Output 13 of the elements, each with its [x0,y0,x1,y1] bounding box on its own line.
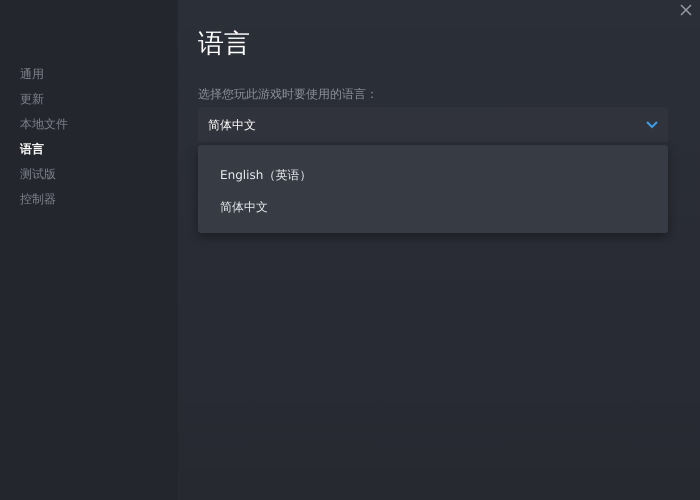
page-title: 语言 [198,28,251,61]
chevron-down-icon [646,120,658,128]
sidebar-item[interactable]: 通用 [20,62,44,87]
close-button[interactable] [678,2,694,18]
field-label: 选择您玩此游戏时要使用的语言： [198,86,378,103]
dropdown-option[interactable]: 简体中文 [198,191,290,223]
sidebar-item[interactable]: 本地文件 [20,112,68,137]
sidebar-item[interactable]: 语言 [20,137,44,162]
sidebar-item[interactable]: 测试版 [20,162,56,187]
language-dropdown[interactable]: 简体中文 [198,107,668,142]
sidebar-item[interactable]: 控制器 [20,187,56,212]
dropdown-option[interactable]: English（英语） [198,159,334,191]
sidebar-item[interactable]: 更新 [20,87,44,112]
